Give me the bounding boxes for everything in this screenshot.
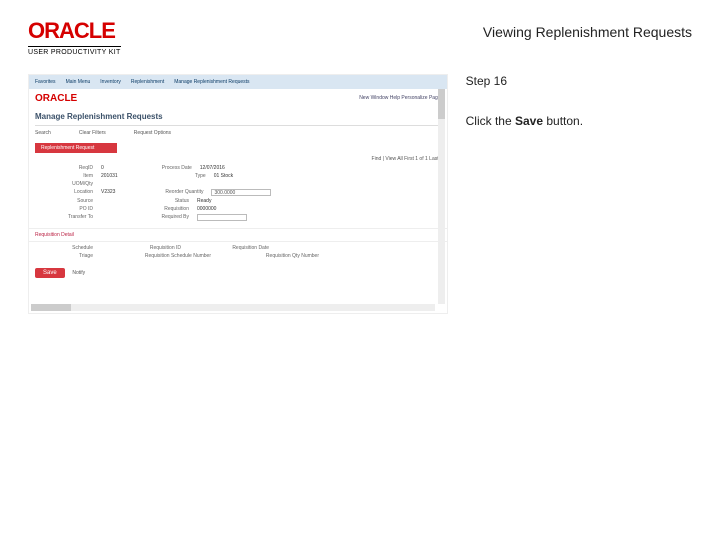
- breadcrumb-item[interactable]: Replenishment: [131, 79, 164, 85]
- type-value: 01 Stock: [214, 173, 233, 179]
- reorder-input[interactable]: 300.0000: [211, 189, 271, 196]
- reqqty-label: Requisition Qty Number: [219, 253, 319, 259]
- search-link[interactable]: Search: [35, 130, 51, 136]
- toolbar: Search Clear Filters Request Options: [29, 126, 447, 140]
- clear-filters-link[interactable]: Clear Filters: [79, 130, 106, 136]
- breadcrumb-item[interactable]: Inventory: [100, 79, 121, 85]
- instruction-text: Click the Save button.: [466, 114, 692, 128]
- reqid-value: 0: [101, 165, 104, 171]
- location-value: V2323: [101, 189, 115, 196]
- reqid-label: ReqID: [35, 165, 93, 171]
- request-options-link[interactable]: Request Options: [134, 130, 171, 136]
- procdate-value: 12/07/2016: [200, 165, 225, 171]
- transfer-label: Transfer To: [35, 214, 93, 221]
- sched-label: Schedule: [35, 245, 93, 251]
- instruction-prefix: Click the: [466, 114, 515, 128]
- step-label: Step 16: [466, 74, 692, 88]
- instruction-panel: Step 16 Click the Save button.: [466, 74, 692, 128]
- brand-block: ORACLE USER PRODUCTIVITY KIT: [28, 18, 121, 56]
- instruction-suffix: button.: [543, 114, 583, 128]
- location-label: Location: [35, 189, 93, 196]
- type-label: Type: [126, 173, 206, 179]
- item-value: 201031: [101, 173, 118, 179]
- brand-main: ORACLE: [28, 18, 121, 44]
- app-brand: ORACLE: [29, 89, 83, 106]
- uom-label: UOM/Qty: [35, 181, 93, 187]
- reqno-label: Requisition: [109, 206, 189, 212]
- reqno-value: 0000000: [197, 206, 216, 212]
- page-title: Viewing Replenishment Requests: [483, 24, 692, 40]
- status-value: Ready: [197, 198, 211, 204]
- tristate-label: Triage: [35, 253, 93, 259]
- brand-sub: USER PRODUCTIVITY KIT: [28, 46, 121, 56]
- procdate-label: Process Date: [112, 165, 192, 171]
- horizontal-scrollbar[interactable]: [31, 304, 435, 311]
- reqsched-label: Requisition Schedule Number: [101, 253, 211, 259]
- app-screenshot: Favorites Main Menu Inventory Replenishm…: [28, 74, 448, 314]
- reqdate-label: Requisition Date: [189, 245, 269, 251]
- po-label: PO ID: [35, 206, 93, 212]
- requisition-detail-header: Requisition Detail: [29, 228, 447, 242]
- reqid2-label: Requisition ID: [101, 245, 181, 251]
- save-button[interactable]: Save: [35, 268, 65, 278]
- reorder-label: Reorder Quantity: [123, 189, 203, 196]
- vertical-scrollbar[interactable]: [438, 89, 445, 304]
- screen-subtitle: Manage Replenishment Requests: [29, 106, 447, 125]
- breadcrumb-item[interactable]: Manage Replenishment Requests: [174, 79, 249, 85]
- reqby-input[interactable]: [197, 214, 247, 221]
- reqby-label: Required By: [109, 214, 189, 221]
- source-label: Source: [35, 198, 93, 204]
- breadcrumb-item[interactable]: Main Menu: [66, 79, 91, 85]
- status-label: Status: [109, 198, 189, 204]
- form-area: ReqID 0 Process Date 12/07/2016 Item 201…: [29, 162, 447, 224]
- breadcrumb-item[interactable]: Favorites: [35, 79, 56, 85]
- breadcrumb: Favorites Main Menu Inventory Replenishm…: [29, 75, 447, 89]
- instruction-bold: Save: [515, 114, 543, 128]
- item-label: Item: [35, 173, 93, 179]
- notify-link[interactable]: Notify: [72, 270, 85, 276]
- window-links[interactable]: New Window Help Personalize Page: [353, 93, 446, 103]
- section-header: Replenishment Request: [35, 143, 117, 153]
